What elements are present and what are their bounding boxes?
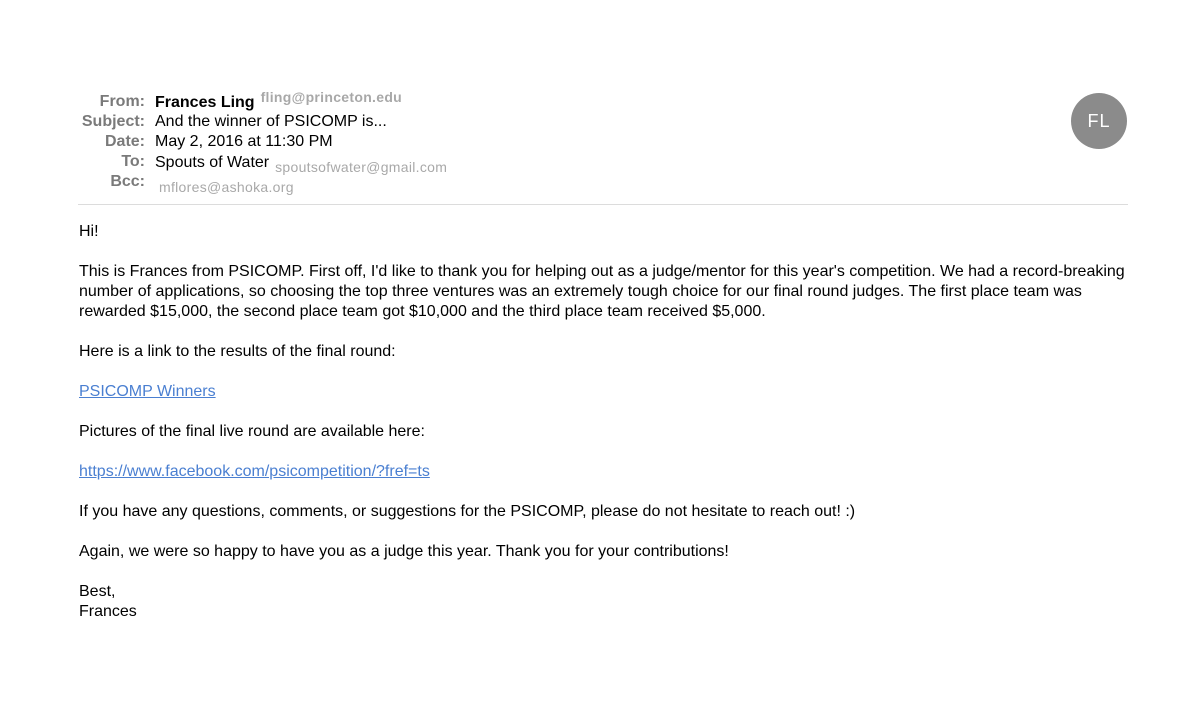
bcc-row: Bcc: mflores@ashoka.org [0,172,1202,195]
date-text: May 2, 2016 at 11:30 PM [155,133,333,150]
greeting: Hi! [79,223,99,240]
closing: Best, [79,583,116,600]
date-row: Date: May 2, 2016 at 11:30 PM [0,132,1202,152]
from-name[interactable]: Frances Ling fling@princeton.edu [155,89,403,113]
winners-link[interactable]: PSICOMP Winners [79,383,216,400]
to-label: To: [121,153,145,170]
to-row: To: Spouts of Water spoutsofwater@gmail.c… [0,152,1202,175]
bcc-label: Bcc: [110,173,145,190]
subject-text: And the winner of PSICOMP is... [155,113,387,130]
date-label: Date: [104,133,145,150]
email-header: From: Frances Ling fling@princeton.edu Su… [0,89,1202,195]
pictures-intro: Pictures of the final live round are ava… [79,423,425,440]
paragraph-intro: This is Frances from PSICOMP. First off,… [79,263,1125,320]
signature: Frances [79,603,137,620]
avatar: FL [1071,93,1127,149]
from-name-text: Frances Ling [155,94,255,111]
subject-label: Subject: [81,113,145,130]
header-divider [78,204,1128,205]
from-row: From: Frances Ling fling@princeton.edu [0,89,1202,113]
thanks-paragraph: Again, we were so happy to have you as a… [79,543,729,560]
questions-paragraph: If you have any questions, comments, or … [79,503,856,520]
winners-link-paragraph: PSICOMP Winners [79,382,1129,402]
results-intro: Here is a link to the results of the fin… [79,343,396,360]
from-email-redacted: fling@princeton.edu [260,89,403,105]
email-body: Hi! This is Frances from PSICOMP. First … [79,222,1129,642]
subject-row: Subject: And the winner of PSICOMP is... [0,112,1202,132]
bcc-recipient[interactable]: mflores@ashoka.org [155,172,294,195]
bcc-email-redacted: mflores@ashoka.org [159,179,294,195]
facebook-link-paragraph: https://www.facebook.com/psicompetition/… [79,462,1129,482]
to-recipient[interactable]: Spouts of Water spoutsofwater@gmail.com [155,152,447,175]
from-label: From: [99,93,145,110]
to-name: Spouts of Water [155,154,270,171]
facebook-link[interactable]: https://www.facebook.com/psicompetition/… [79,463,430,480]
